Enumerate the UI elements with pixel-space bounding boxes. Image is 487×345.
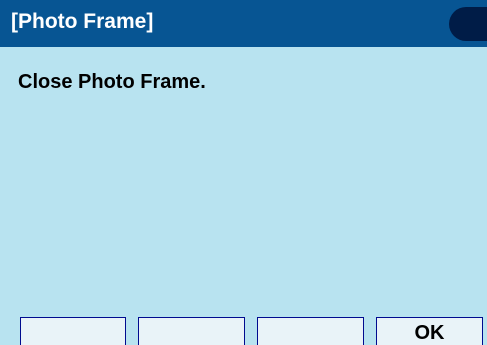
close-photo-frame-message: Close Photo Frame. bbox=[18, 71, 206, 93]
softkey-3-button[interactable] bbox=[257, 317, 364, 345]
ok-softkey-button[interactable]: OK bbox=[376, 317, 483, 345]
status-indicator-icon bbox=[449, 7, 487, 41]
title-bar: [Photo Frame] bbox=[0, 0, 487, 47]
softkey-2-button[interactable] bbox=[138, 317, 245, 345]
softkey-1-button[interactable] bbox=[20, 317, 126, 345]
message-panel: Close Photo Frame. OK bbox=[0, 47, 487, 345]
screen-title: [Photo Frame] bbox=[11, 10, 154, 33]
photo-frame-screen: [Photo Frame] Close Photo Frame. OK bbox=[0, 0, 487, 345]
